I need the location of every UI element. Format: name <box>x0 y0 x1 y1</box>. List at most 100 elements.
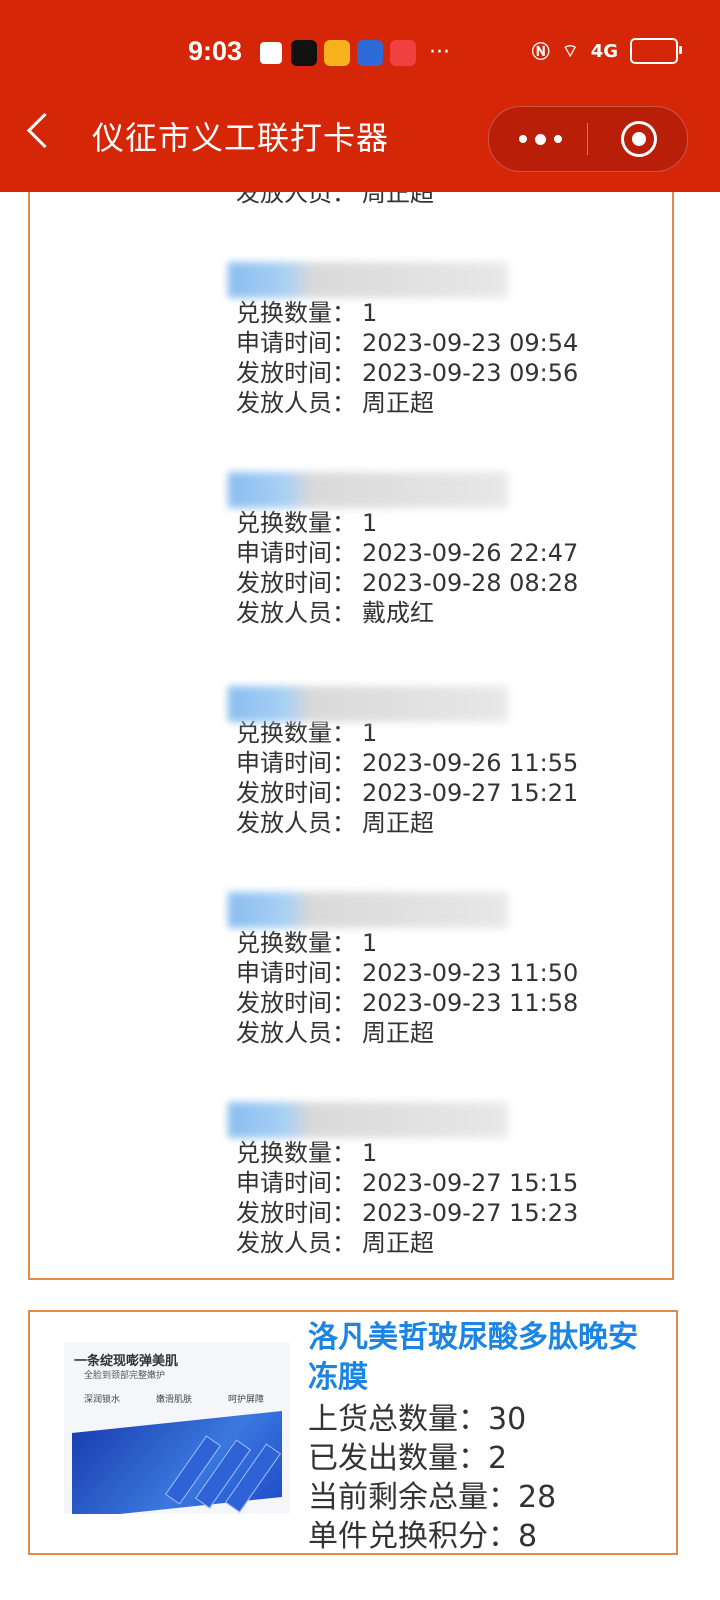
tiktok-icon <box>291 40 317 66</box>
issue-time-label: 发放时间： <box>236 1199 356 1227</box>
mini-program-capsule <box>488 106 688 172</box>
apply-time-value: 2023-09-27 15:15 <box>362 1169 579 1197</box>
apply-time-label: 申请时间： <box>236 749 356 777</box>
quantity-label: 兑换数量： <box>236 1139 356 1167</box>
image-feature: 深润锁水 <box>84 1395 121 1405</box>
sent-label: 已发出数量： <box>308 1441 488 1476</box>
points-row: 单件兑换积分：8 <box>308 1517 556 1556</box>
issuer-label: 发放人员： <box>236 809 356 837</box>
issue-time-value: 2023-09-27 15:23 <box>362 1199 579 1227</box>
issuer-label: 发放人员： <box>236 1229 356 1257</box>
product-title[interactable]: 洛凡美哲玻尿酸多肽晚安冻膜 <box>308 1318 658 1398</box>
record-item: 兑换数量： 1 申请时间： 2023-09-23 11:50 发放时间： 2023-0… <box>228 892 579 1048</box>
remaining-label: 当前剩余总量： <box>308 1480 518 1515</box>
issue-time-line: 发放时间： 2023-09-23 09:56 <box>236 358 578 388</box>
issuer-value: 周正超 <box>362 809 434 837</box>
issuer-value: 周正超 <box>362 1019 434 1047</box>
app-icon <box>357 40 383 66</box>
apply-time-label: 申请时间： <box>236 959 356 987</box>
issuer-label: 发放人员： <box>236 1019 356 1047</box>
quantity-value: 1 <box>362 929 378 957</box>
issuer-line: 发放人员： 戴成红 <box>236 598 578 628</box>
product-image[interactable]: 一条绽现嘭弹美肌 全脸到颈部完整嫩护 深润锁水 嫩滑肌肤 呵护屏障 <box>64 1342 290 1514</box>
record-item: 兑换数量： 1 申请时间： 2023-09-23 09:54 发放时间： 2023-0… <box>228 262 578 418</box>
apply-time-label: 申请时间： <box>236 1169 356 1197</box>
sent-value: 2 <box>488 1441 508 1476</box>
apply-time-value: 2023-09-23 11:50 <box>362 959 579 987</box>
issue-time-value: 2023-09-23 09:56 <box>362 359 579 387</box>
issuer-line: 发放人员： 周正超 <box>236 1228 578 1258</box>
apply-time-label: 申请时间： <box>236 329 356 357</box>
capsule-divider <box>587 123 588 155</box>
wifi-icon: ⌔ <box>561 40 579 62</box>
quantity-line: 兑换数量： 1 <box>236 298 578 328</box>
points-label: 单件兑换积分： <box>308 1519 518 1554</box>
issue-time-value: 2023-09-27 15:21 <box>362 779 579 807</box>
quantity-line: 兑换数量： 1 <box>236 508 578 538</box>
points-value: 8 <box>518 1519 538 1554</box>
quantity-label: 兑换数量： <box>236 299 356 327</box>
close-button[interactable] <box>621 121 657 157</box>
issuer-value: 周正超 <box>362 389 434 417</box>
issue-time-value: 2023-09-23 11:58 <box>362 989 579 1017</box>
quantity-value: 1 <box>362 509 378 537</box>
mail-icon <box>324 40 350 66</box>
system-icons: Ⓝ ⌔ 4G <box>531 38 682 64</box>
apply-time-line: 申请时间： 2023-09-23 09:54 <box>236 328 578 358</box>
total-label: 上货总数量： <box>308 1402 488 1437</box>
more-button[interactable] <box>519 133 562 145</box>
quantity-value: 1 <box>362 719 378 747</box>
issuer-line: 发放人员： 周正超 <box>236 808 578 838</box>
issue-time-line: 发放时间： 2023-09-28 08:28 <box>236 568 578 598</box>
image-headline: 一条绽现嘭弹美肌 <box>74 1354 179 1369</box>
issuer-label: 发放人员： <box>236 599 356 627</box>
remaining-value: 28 <box>518 1480 557 1515</box>
notification-icons: ··· <box>258 40 450 66</box>
image-subline: 全脸到颈部完整嫩护 <box>84 1371 166 1381</box>
page-title: 仪征市义工联打卡器 <box>92 119 390 157</box>
quantity-label: 兑换数量： <box>236 509 356 537</box>
apply-time-line: 申请时间： 2023-09-26 11:55 <box>236 748 578 778</box>
apply-time-line: 申请时间： 2023-09-23 11:50 <box>236 958 578 988</box>
issuer-line: 发放人员： 周正超 <box>236 388 578 418</box>
records-card: 发放人员： 周正超 兑换数量： 1 申请时间： 2023-09-23 09:54 发放… <box>28 150 674 1280</box>
apply-time-label: 申请时间： <box>236 539 356 567</box>
total-value: 30 <box>488 1402 527 1437</box>
qr-app-icon <box>258 40 284 66</box>
record-item: 兑换数量： 1 申请时间： 2023-09-26 22:47 发放时间： 2023-0… <box>228 472 578 628</box>
product-stock-info: 上货总数量：30 已发出数量：2 当前剩余总量：28 单件兑换积分：8 <box>308 1400 556 1556</box>
issue-time-label: 发放时间： <box>236 779 356 807</box>
issue-time-label: 发放时间： <box>236 989 356 1017</box>
quantity-label: 兑换数量： <box>236 719 356 747</box>
quantity-line: 兑换数量： 1 <box>236 1138 578 1168</box>
apply-time-value: 2023-09-26 11:55 <box>362 749 579 777</box>
issue-time-line: 发放时间： 2023-09-27 15:23 <box>236 1198 578 1228</box>
apply-time-value: 2023-09-26 22:47 <box>362 539 579 567</box>
apply-time-value: 2023-09-23 09:54 <box>362 329 579 357</box>
quantity-line: 兑换数量： 1 <box>236 928 578 958</box>
nfc-icon: Ⓝ <box>531 42 550 63</box>
redacted-name-phone <box>228 1102 508 1138</box>
quantity-value: 1 <box>362 1139 378 1167</box>
redacted-name-phone <box>228 472 508 508</box>
image-feature: 嫩滑肌肤 <box>156 1395 193 1405</box>
redacted-name-phone <box>228 262 508 298</box>
network-label: 4G <box>590 40 618 62</box>
image-feature: 呵护屏障 <box>228 1395 265 1405</box>
quantity-line: 兑换数量： 1 <box>236 718 578 748</box>
apply-time-line: 申请时间： 2023-09-27 15:15 <box>236 1168 578 1198</box>
total-row: 上货总数量：30 <box>308 1400 556 1439</box>
status-time: 9:03 <box>188 36 243 66</box>
back-icon[interactable] <box>26 112 63 149</box>
sent-row: 已发出数量：2 <box>308 1439 556 1478</box>
apply-time-line: 申请时间： 2023-09-26 22:47 <box>236 538 578 568</box>
issue-time-label: 发放时间： <box>236 569 356 597</box>
issuer-line: 发放人员： 周正超 <box>236 1018 578 1048</box>
redacted-name-phone <box>228 892 508 928</box>
issuer-value: 周正超 <box>362 1229 434 1257</box>
redacted-name-phone <box>228 686 508 722</box>
quantity-label: 兑换数量： <box>236 929 356 957</box>
issuer-label: 发放人员： <box>236 389 356 417</box>
product-card[interactable]: 一条绽现嘭弹美肌 全脸到颈部完整嫩护 深润锁水 嫩滑肌肤 呵护屏障 洛凡美哲玻尿… <box>28 1310 678 1555</box>
more-notifications-icon: ··· <box>429 40 450 65</box>
